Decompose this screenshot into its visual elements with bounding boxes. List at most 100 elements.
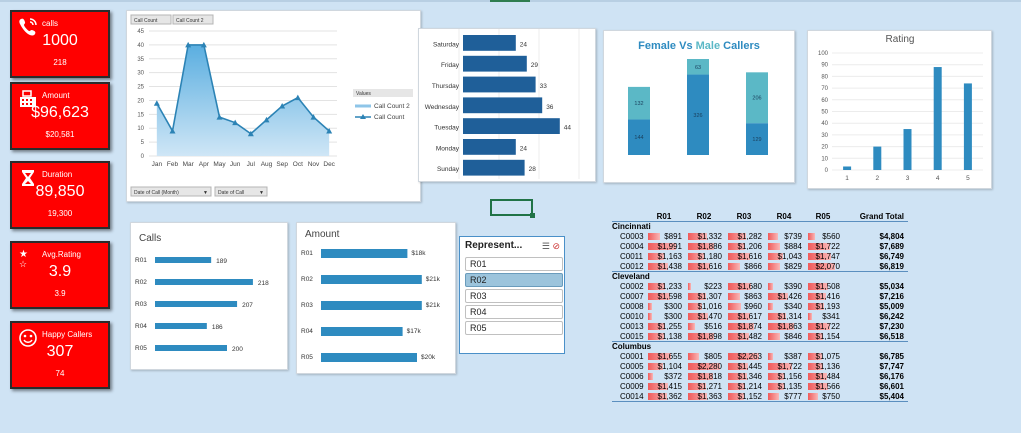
weekday-calls-chart[interactable]: Saturday 24 Friday 29 Thursday 33 Wednesday 36 T… [418, 28, 596, 182]
clear-filter-icon[interactable]: ⊘ [552, 241, 560, 251]
pivot-data-row: C0009 $1,415 $1,271 $1,214 $1,135 $1,566 $6,60… [612, 382, 908, 392]
value-cell: $829 [784, 262, 802, 271]
value-cell: $1,363 [697, 392, 722, 401]
value-cell: $372 [664, 372, 682, 381]
value-cell: $1,482 [737, 332, 762, 341]
value-cell: $1,445 [737, 362, 762, 371]
value-cell: $341 [822, 312, 840, 321]
selected-cell[interactable] [490, 199, 535, 218]
pivot-group-row: Cleveland [612, 272, 908, 282]
grand-total-cell: $7,216 [879, 292, 904, 301]
y-tick-label: 100 [818, 51, 829, 57]
pivot-data-row: C0008 $300 $1,016 $960 $340 $1,193 $5,009 [612, 302, 908, 312]
sheet-top-border [0, 0, 1021, 2]
legend-title: Values [356, 91, 371, 97]
data-label: 28 [529, 166, 537, 173]
y-tick-label: Friday [441, 62, 460, 69]
value-cell: $1,193 [815, 302, 840, 311]
gender-callers-chart[interactable]: Female Vs Male Callers 144 132 326 63 129 206 [603, 30, 795, 183]
data-label: 44 [564, 125, 572, 132]
value-cell: $300 [664, 302, 682, 311]
value-cell: $2,070 [815, 262, 840, 271]
value-cell: $863 [744, 292, 762, 301]
value-cell: $1,566 [815, 382, 840, 391]
value-cell: $866 [744, 262, 762, 271]
data-label: 129 [752, 137, 761, 143]
bar [463, 159, 525, 176]
x-tick-label: Dec [323, 161, 335, 168]
value-cell: $1,043 [777, 252, 802, 261]
value-cell: $1,332 [697, 232, 722, 241]
kpi-card-amount[interactable]: Amount $96,623 $20,581 [10, 82, 110, 150]
bar [873, 146, 882, 170]
data-label: 207 [242, 302, 253, 309]
data-label: 63 [695, 65, 701, 71]
value-cell: $1,484 [815, 372, 840, 381]
y-tick-label: 80 [821, 74, 828, 80]
slicer-item-r02[interactable]: R02 [465, 273, 563, 287]
kpi-subvalue: 3.9 [54, 289, 66, 298]
grand-total-cell: $5,404 [879, 392, 904, 401]
chart-title: Rating [886, 34, 915, 45]
kpi-subvalue: 19,300 [47, 209, 73, 218]
data-label: $21k [426, 276, 441, 283]
value-cell: $1,152 [737, 392, 762, 401]
value-cell: $1,282 [737, 232, 762, 241]
multi-select-icon[interactable]: ☰ [542, 241, 550, 251]
bar [155, 301, 238, 307]
bar [463, 35, 516, 51]
value-cell: $2,280 [697, 362, 722, 371]
value-cell: $340 [784, 302, 802, 311]
y-tick-label: 10 [821, 156, 828, 162]
slicer-item-r05[interactable]: R05 [465, 321, 563, 335]
value-cell: $750 [822, 392, 840, 401]
y-tick-label: Tuesday [434, 125, 459, 132]
x-tick-label: Jan [152, 161, 163, 168]
bar [933, 67, 942, 170]
rating-chart[interactable]: Rating 0 10 20 30 40 50 60 70 80 90 100 1 2 3 4 5 [807, 30, 992, 189]
x-tick-label: Jul [247, 161, 256, 168]
pivot-group-row: Columbus [612, 342, 908, 352]
kpi-card-happy-callers[interactable]: Happy Callers 307 74 [10, 321, 110, 389]
value-cell: $1,617 [737, 312, 762, 321]
y-tick-label: 15 [137, 112, 144, 118]
bar [463, 118, 560, 134]
slicer-item-r03[interactable]: R03 [465, 289, 563, 303]
value-cell: $1,874 [737, 322, 762, 331]
representative-slicer[interactable]: Represent... ☰ ⊘ R01 R02 R03 R04 R05 [459, 236, 565, 354]
value-cell: $1,722 [815, 242, 840, 251]
group-label: Columbus [612, 342, 652, 351]
grand-total-cell: $6,242 [879, 312, 904, 321]
kpi-value: 307 [46, 343, 74, 360]
y-tick-label: 30 [137, 71, 144, 77]
monthly-calls-chart[interactable]: 0 5 10 15 20 25 30 35 40 45 Jan Feb Mar Apr May Jun Jul A… [126, 10, 421, 202]
bar [321, 301, 422, 310]
data-label: 144 [634, 135, 643, 141]
data-point [153, 100, 160, 106]
kpi-card-duration[interactable]: Duration 89,850 19,300 [10, 161, 110, 229]
value-cell: $1,818 [697, 372, 722, 381]
amount-by-rep-chart[interactable]: Amount R01 $18k R02 $21k R03 $21k R04 $17k R05 $20… [296, 222, 456, 374]
kpi-card-calls[interactable]: calls 1000 218 [10, 10, 110, 78]
value-cell: $1,722 [815, 322, 840, 331]
slicer-item-r04[interactable]: R04 [465, 305, 563, 319]
pivot-data-row: C0006 $372 $1,818 $1,346 $1,156 $1,484 $6,176 [612, 372, 908, 382]
value-cell: $1,722 [777, 362, 802, 371]
kpi-value: 3.9 [48, 263, 72, 280]
y-tick-label: Thursday [432, 83, 460, 90]
value-cell: $1,163 [657, 252, 682, 261]
x-tick-label: Aug [261, 161, 273, 168]
calls-by-rep-chart[interactable]: Calls R01 189 R02 218 R03 207 R04 186 R05 200 [130, 222, 288, 370]
kpi-card-avg-rating[interactable]: ★ ☆ Avg.Rating 3.9 3.9 [10, 241, 110, 309]
value-cell: $1,991 [657, 242, 682, 251]
pivot-data-row: C0010 $300 $1,470 $1,617 $1,314 $341 $6,242 [612, 312, 908, 322]
slicer-item-r01[interactable]: R01 [465, 257, 563, 271]
y-tick-label: R04 [301, 328, 313, 335]
y-tick-label: 25 [137, 85, 144, 91]
bar [321, 275, 422, 284]
y-tick-label: R02 [135, 279, 147, 286]
x-tick-label: Feb [167, 161, 179, 168]
y-tick-label: Wednesday [425, 104, 460, 111]
y-tick-label: R04 [135, 323, 147, 330]
data-label: 218 [258, 280, 269, 287]
